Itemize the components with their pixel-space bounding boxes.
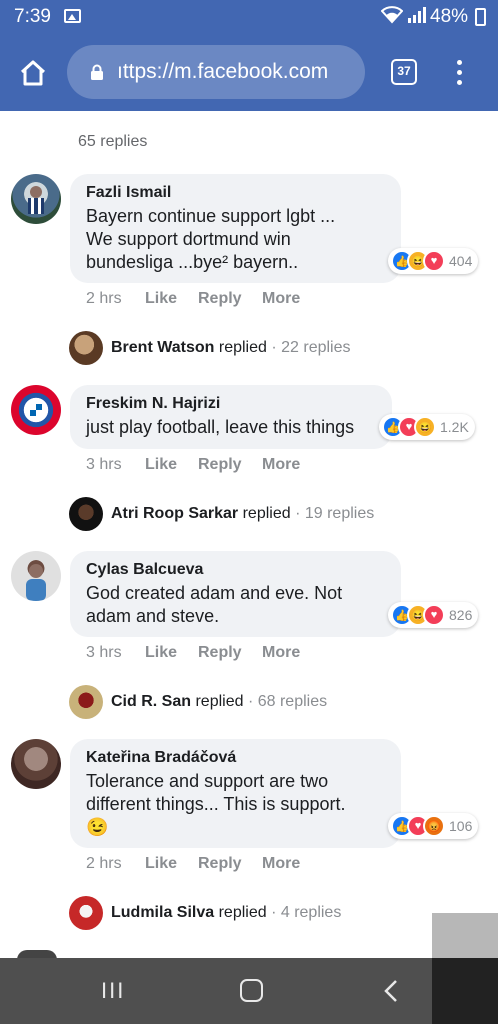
like-button[interactable]: Like [145,290,198,308]
reactions-summary[interactable]: 👍 😆 ♥ 404 [388,248,479,274]
reply-verb: replied [195,693,244,710]
overlay-strip [432,913,498,958]
wink-emoji-icon: 😉 [86,817,109,837]
replies-summary[interactable]: Brent Watson replied · 22 replies [111,339,351,357]
comment-bubble: Fazli Ismail Bayern continue support lgb… [70,174,401,283]
comment-time: 3 hrs [86,644,122,661]
replies-summary[interactable]: Atri Roop Sarkar replied · 19 replies [111,505,374,523]
comment-text: just play football, leave this things [86,416,376,439]
battery-level: 48% [430,6,469,27]
comment-line: different things... This is support. [86,794,346,814]
comment-actions: 3 hrs Like Reply More [86,456,300,474]
address-bar[interactable]: ıttps://m.facebook.com [67,45,365,99]
lock-icon [90,64,104,80]
comment-author[interactable]: Fazli Ismail [86,183,385,202]
reply-author[interactable]: Cid R. San [111,693,191,710]
gallery-icon [64,9,81,23]
comment-bubble: Kateřina Bradáčová Tolerance and support… [70,739,401,848]
avatar[interactable] [69,896,103,930]
comment-author[interactable]: Freskim N. Hajrizi [86,394,376,413]
more-button[interactable]: More [262,456,300,474]
view-replies-link[interactable]: 65 replies [78,133,147,151]
comment-line: God created adam and eve. Not [86,583,343,603]
angry-reaction-icon: 😡 [423,815,445,837]
reply-count: · 19 replies [295,505,375,522]
status-bar: 7:39 48% [0,0,498,34]
overlay-strip [432,958,498,1024]
more-button[interactable]: More [262,290,300,308]
reply-button[interactable]: Reply [198,290,262,308]
haha-reaction-icon: 😆 [414,416,436,438]
signal-icon [406,6,428,28]
reply-button[interactable]: Reply [198,855,262,873]
comment-text: Tolerance and support are two different … [86,770,385,839]
like-button[interactable]: Like [145,855,198,873]
love-reaction-icon: ♥ [423,604,445,626]
avatar[interactable] [11,551,61,601]
comment-author[interactable]: Kateřina Bradáčová [86,748,385,767]
reply-count: · 4 replies [271,904,342,921]
comment-line: adam and steve. [86,606,220,626]
comment-bubble: Freskim N. Hajrizi just play football, l… [70,385,392,449]
avatar[interactable] [69,497,103,531]
reply-author[interactable]: Brent Watson [111,339,214,356]
url-text: ıttps://m.facebook.com [117,60,329,83]
comment-line: Bayern continue support lgbt ... [86,206,336,226]
reply-verb: replied [218,904,267,921]
avatar[interactable] [69,331,103,365]
like-button[interactable]: Like [145,456,198,474]
reply-count: · 68 replies [247,693,328,710]
comment-line: just play football, leave this things [86,417,355,437]
avatar[interactable] [11,739,61,789]
love-reaction-icon: ♥ [423,250,445,272]
reply-button[interactable]: Reply [198,456,262,474]
reactions-summary[interactable]: 👍 😆 ♥ 826 [388,602,479,628]
tabs-icon[interactable]: 37 [391,59,417,85]
reply-verb: replied [242,505,291,522]
system-nav-bar: III [0,958,432,1024]
comment-text: Bayern continue support lgbt ... We supp… [86,205,385,274]
more-button[interactable]: More [262,855,300,873]
recent-apps-icon[interactable]: III [101,978,125,1004]
comment-time: 2 hrs [86,855,122,872]
comment-line: We support dortmund win [86,229,291,249]
comment-line: bundesliga ...bye² bayern.. [86,252,299,272]
comment-time: 3 hrs [86,456,122,473]
back-icon[interactable] [382,978,400,1009]
comment-bubble: Cylas Balcueva God created adam and eve.… [70,551,401,637]
like-button[interactable]: Like [145,644,198,662]
reply-count: · 22 replies [271,339,351,356]
comment-author[interactable]: Cylas Balcueva [86,560,385,579]
replies-summary[interactable]: Ludmila Silva replied · 4 replies [111,904,341,922]
home-icon[interactable] [18,58,48,88]
reactions-summary[interactable]: 👍 ♥ 😡 106 [388,813,479,839]
comment-time: 2 hrs [86,290,122,307]
comment-actions: 3 hrs Like Reply More [86,644,300,662]
wifi-icon [380,6,404,29]
more-button[interactable]: More [262,644,300,662]
reactions-summary[interactable]: 👍 ♥ 😆 1.2K [379,414,475,440]
reply-author[interactable]: Atri Roop Sarkar [111,505,238,522]
menu-icon[interactable] [451,58,467,88]
comment-text: God created adam and eve. Not adam and s… [86,582,385,628]
replies-summary[interactable]: Cid R. San replied · 68 replies [111,693,327,711]
reply-verb: replied [218,339,267,356]
comment-actions: 2 hrs Like Reply More [86,290,300,308]
browser-toolbar: 7:39 48% ıttps://m.facebook.com 37 [0,0,498,111]
reaction-count: 106 [449,818,473,834]
comment-actions: 2 hrs Like Reply More [86,855,300,873]
battery-icon [475,8,486,26]
status-time: 7:39 [14,6,51,27]
reply-button[interactable]: Reply [198,644,262,662]
reaction-count: 1.2K [440,419,469,435]
reply-author[interactable]: Ludmila Silva [111,904,214,921]
reaction-count: 826 [449,607,473,623]
home-circle-icon[interactable] [240,979,263,1002]
avatar[interactable] [11,385,61,435]
avatar[interactable] [11,174,61,224]
avatar[interactable] [69,685,103,719]
comment-line: Tolerance and support are two [86,771,329,791]
reaction-count: 404 [449,253,473,269]
